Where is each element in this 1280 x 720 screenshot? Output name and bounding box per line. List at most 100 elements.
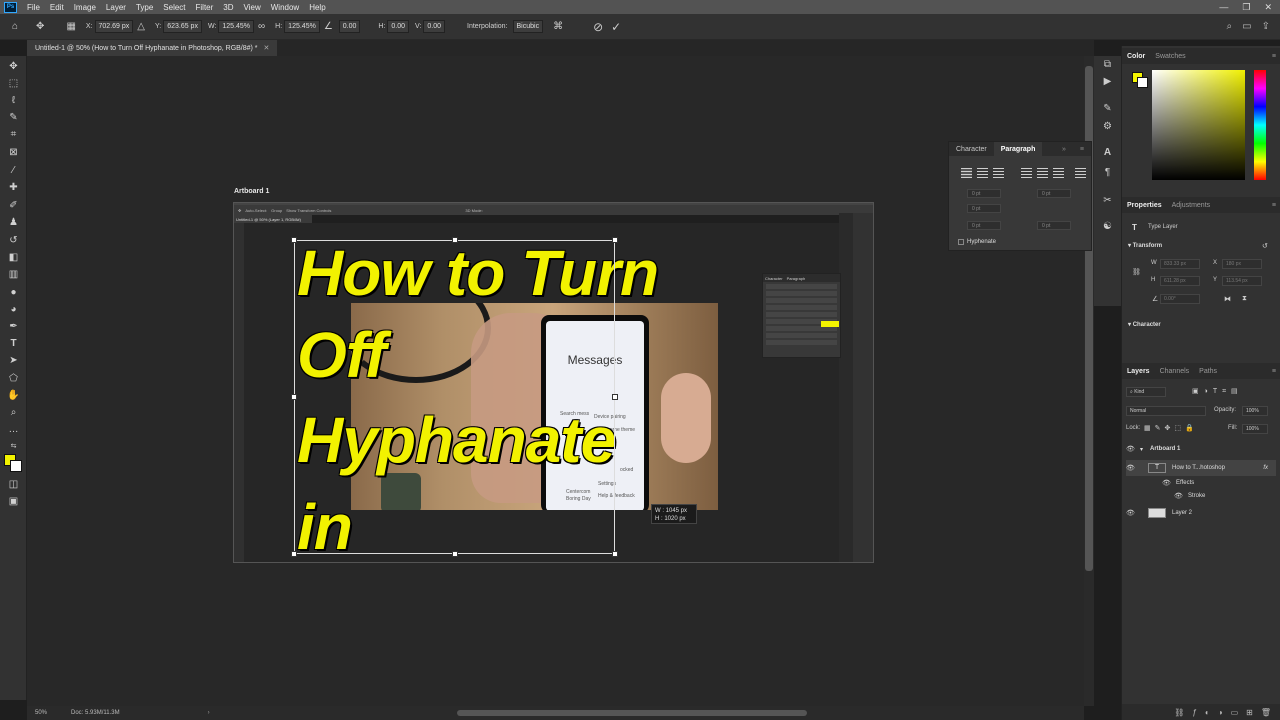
justify-left-icon[interactable] (1021, 168, 1032, 178)
panel-menu-icon[interactable]: ≡ (1073, 146, 1091, 153)
shape-tool-icon[interactable]: ⬠ (0, 370, 27, 386)
x-input[interactable]: 702.69 px (94, 20, 134, 33)
clone-stamp-tool-icon[interactable]: ♟ (0, 214, 27, 230)
tab-color[interactable]: Color (1122, 53, 1150, 60)
space-before-input[interactable]: 0 pt (967, 221, 1001, 230)
blend-mode-select[interactable]: Normal (1126, 406, 1206, 416)
link-layers-icon[interactable]: ⛓ (1174, 708, 1184, 717)
character-panel-icon[interactable]: A (1094, 144, 1121, 160)
transform-handle[interactable] (612, 237, 618, 243)
align-center-icon[interactable] (977, 168, 988, 178)
fill-input[interactable]: 100% (1242, 424, 1268, 434)
tab-character[interactable]: Character (949, 146, 994, 153)
w-input[interactable]: 125.45% (218, 20, 255, 33)
layers-menu-icon[interactable]: ≡ (1267, 368, 1280, 375)
healing-brush-tool-icon[interactable]: ✚ (0, 179, 27, 195)
layer-row-image[interactable]: 👁 Layer 2 (1126, 505, 1276, 521)
commit-transform-icon[interactable]: ✓ (611, 20, 621, 34)
artboard[interactable]: ✥ Auto-Select: Group Show Transform Cont… (233, 202, 874, 563)
hue-slider[interactable] (1254, 70, 1266, 180)
workspace-icon[interactable]: ▭ (1242, 21, 1251, 32)
status-menu-arrow[interactable]: › (208, 710, 210, 716)
share-icon[interactable]: ⇪ (1262, 21, 1270, 32)
blur-tool-icon[interactable]: ● (0, 284, 27, 300)
align-right-icon[interactable] (993, 168, 1004, 178)
menu-filter[interactable]: Filter (191, 3, 219, 12)
layer-row-text[interactable]: 👁 T How to T...hotoshop fx (1126, 460, 1276, 476)
tool-presets-icon[interactable]: ✂ (1094, 192, 1121, 208)
paragraph-panel-icon[interactable]: ¶ (1094, 164, 1121, 180)
hyphenate-checkbox[interactable]: Hyphenate (958, 239, 996, 245)
zoom-level[interactable]: 50% (35, 710, 47, 716)
tab-swatches[interactable]: Swatches (1150, 53, 1190, 60)
transform-handle[interactable] (452, 551, 458, 557)
screen-mode-icon[interactable]: ▣ (0, 493, 27, 509)
artboard-label[interactable]: Artboard 1 (234, 188, 269, 195)
reference-point-icon[interactable]: ▦ (66, 21, 75, 32)
quick-mask-icon[interactable]: ◫ (0, 476, 27, 492)
more-tools-icon[interactable]: … (0, 421, 27, 437)
close-window-button[interactable]: ✕ (1264, 2, 1272, 13)
history-brush-tool-icon[interactable]: ↺ (0, 232, 27, 248)
frame-tool-icon[interactable]: ⊠ (0, 144, 27, 160)
transform-handle[interactable] (291, 394, 297, 400)
indent-first-line-input[interactable]: 0 pt (967, 204, 1001, 213)
prop-x-input[interactable]: 180 px (1222, 259, 1262, 269)
menu-image[interactable]: Image (69, 3, 101, 12)
zoom-tool-icon[interactable]: ⌕ (0, 404, 27, 420)
type-tool-icon[interactable]: T (0, 335, 27, 351)
align-left-icon[interactable] (961, 168, 972, 178)
layer-filter-select[interactable]: ⌕ Kind (1126, 387, 1166, 397)
layer-row-artboard[interactable]: 👁 ▾ Artboard 1 (1126, 442, 1276, 456)
tab-paragraph[interactable]: Paragraph (993, 142, 1043, 156)
layer-row-effects[interactable]: 👁 Effects (1126, 476, 1276, 490)
color-panel-menu-icon[interactable]: ≡ (1267, 53, 1280, 60)
new-layer-icon[interactable]: ⊞ (1246, 708, 1253, 717)
transform-handle[interactable] (291, 551, 297, 557)
pen-tool-icon[interactable]: ✒ (0, 318, 27, 334)
transform-handle[interactable] (612, 551, 618, 557)
delta-icon[interactable]: △ (137, 21, 145, 32)
add-mask-icon[interactable]: ◐ (1205, 708, 1210, 717)
space-after-input[interactable]: 0 pt (1037, 221, 1071, 230)
reset-transform-icon[interactable]: ↺ (1262, 242, 1268, 250)
angle-input[interactable]: 0.00 (338, 20, 361, 33)
tab-adjustments[interactable]: Adjustments (1167, 202, 1216, 209)
dodge-tool-icon[interactable]: ◕ (0, 301, 27, 317)
transform-bounding-box[interactable] (291, 237, 618, 557)
color-picker-field[interactable] (1152, 70, 1245, 180)
visibility-eye-icon[interactable]: 👁 (1126, 464, 1140, 472)
hand-tool-icon[interactable]: ✋ (0, 387, 27, 403)
transform-handle[interactable] (452, 237, 458, 243)
close-tab-icon[interactable]: ✕ (264, 44, 270, 52)
tab-layers[interactable]: Layers (1122, 368, 1155, 375)
cancel-transform-icon[interactable]: ⊘ (593, 20, 603, 34)
background-color-swatch[interactable] (10, 460, 22, 472)
marquee-tool-icon[interactable]: ⬚ (0, 75, 27, 91)
transform-handle[interactable] (612, 394, 618, 400)
y-input[interactable]: 623.65 px (163, 20, 202, 33)
tab-paths[interactable]: Paths (1194, 368, 1222, 375)
prop-h-input[interactable]: 611.28 px (1160, 276, 1200, 286)
brush-settings-icon[interactable]: ✎ (1094, 100, 1121, 116)
adjustments-dock-icon[interactable]: ⚙ (1094, 118, 1121, 134)
menu-layer[interactable]: Layer (101, 3, 131, 12)
prop-w-input[interactable]: 833.33 px (1160, 259, 1200, 269)
menu-view[interactable]: View (239, 3, 266, 12)
lasso-tool-icon[interactable]: ℓ (0, 92, 27, 108)
justify-right-icon[interactable] (1053, 168, 1064, 178)
maximize-button[interactable]: ❐ (1242, 2, 1250, 13)
flip-vertical-icon[interactable]: ⧗ (1242, 295, 1247, 303)
menu-3d[interactable]: 3D (218, 3, 238, 12)
opacity-input[interactable]: 100% (1242, 406, 1268, 416)
vskew-input[interactable]: 0.00 (423, 20, 446, 33)
properties-menu-icon[interactable]: ≡ (1267, 202, 1280, 209)
transform-section-label[interactable]: ▾ Transform (1128, 242, 1162, 249)
menu-type[interactable]: Type (131, 3, 158, 12)
move-tool-icon[interactable]: ✥ (0, 58, 27, 74)
path-selection-tool-icon[interactable]: ➤ (0, 352, 27, 368)
constrain-link-icon[interactable]: ⛓ (1132, 268, 1141, 276)
tab-properties[interactable]: Properties (1122, 202, 1167, 209)
fx-badge[interactable]: fx (1263, 465, 1268, 471)
quick-select-tool-icon[interactable]: ✎ (0, 109, 27, 125)
